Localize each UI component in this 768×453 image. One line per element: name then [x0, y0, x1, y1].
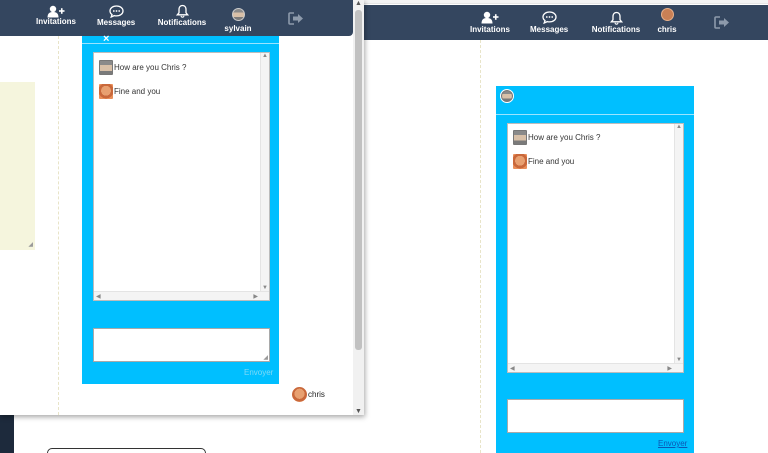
- nav-invitations-label: Invitations: [469, 25, 510, 34]
- resize-grip-icon[interactable]: ◢: [28, 241, 33, 248]
- vertical-scrollbar[interactable]: ▲ ▼: [260, 53, 269, 291]
- navbar: Invitations Messages Notifications chris: [348, 5, 768, 40]
- scroll-up-icon[interactable]: ▲: [262, 53, 268, 59]
- speech-bubble-icon: [97, 0, 135, 20]
- chat-message: How are you Chris ?: [513, 129, 600, 145]
- nav-invitations[interactable]: Invitations: [34, 0, 78, 36]
- sign-out-icon[interactable]: [288, 12, 304, 30]
- online-user-name: chris: [308, 390, 325, 399]
- chat-message: Fine and you: [99, 83, 160, 99]
- nav-invitations-label: Invitations: [35, 17, 76, 26]
- avatar: [513, 129, 527, 145]
- scrollbar-thumb[interactable]: [355, 10, 362, 350]
- avatar: [292, 387, 307, 402]
- sign-out-icon[interactable]: [714, 16, 730, 34]
- chat-header-divider: [82, 43, 279, 44]
- horizontal-scrollbar[interactable]: ◀ ▶: [94, 291, 269, 300]
- navbar: Invitations Messages Notifications sylva…: [0, 0, 353, 36]
- add-user-icon: [468, 5, 512, 25]
- scroll-left-icon[interactable]: ◀: [96, 293, 101, 300]
- avatar: [99, 59, 113, 75]
- side-panel[interactable]: ◢: [0, 82, 35, 250]
- background-card: [47, 448, 206, 453]
- chat-message: Fine and you: [513, 153, 574, 169]
- scroll-up-icon[interactable]: ▲: [676, 124, 682, 130]
- column-divider: [480, 40, 481, 453]
- scroll-down-icon[interactable]: ▼: [353, 408, 364, 415]
- avatar: [231, 8, 245, 21]
- chat-window: × How are you Chris ? Fine and you ▲ ▼ ◀: [82, 33, 279, 384]
- browser-window-sylvain: Invitations Messages Notifications sylva…: [0, 0, 364, 415]
- chat-header-avatar: [500, 89, 514, 103]
- horizontal-scrollbar[interactable]: ◀ ▶: [508, 363, 683, 372]
- nav-messages[interactable]: Messages: [97, 0, 135, 36]
- bell-icon: [591, 5, 641, 25]
- nav-notifications-label: Notifications: [157, 18, 207, 27]
- browser-window-chris: Invitations Messages Notifications chris: [348, 0, 768, 453]
- nav-notifications[interactable]: Notifications: [157, 0, 207, 36]
- desktop: Invitations Messages Notifications chris: [0, 0, 768, 453]
- chat-message-area[interactable]: How are you Chris ? Fine and you ▲ ▼ ◀ ▶: [507, 123, 684, 373]
- nav-messages-label: Messages: [97, 18, 136, 27]
- window-edge: [348, 0, 768, 4]
- send-button[interactable]: Envoyer: [244, 368, 273, 377]
- vertical-scrollbar[interactable]: ▲ ▼: [674, 124, 683, 363]
- online-user-chris[interactable]: chris: [292, 387, 325, 402]
- chat-input[interactable]: [507, 399, 684, 433]
- chat-input[interactable]: ◢: [93, 328, 270, 362]
- nav-user-label: sylvain: [224, 24, 252, 33]
- scroll-left-icon[interactable]: ◀: [510, 365, 515, 372]
- column-divider: [58, 36, 59, 415]
- nav-messages[interactable]: Messages: [530, 5, 568, 41]
- nav-user-label: chris: [657, 25, 677, 34]
- bell-icon: [157, 0, 207, 20]
- scroll-right-icon[interactable]: ▶: [667, 365, 672, 372]
- avatar: [660, 8, 674, 21]
- speech-bubble-icon: [530, 5, 568, 25]
- scroll-right-icon[interactable]: ▶: [253, 293, 258, 300]
- background-panel: [0, 415, 14, 453]
- chat-message-text: How are you Chris ?: [114, 62, 187, 72]
- nav-user[interactable]: chris: [653, 5, 681, 41]
- nav-notifications-label: Notifications: [591, 25, 641, 34]
- nav-user[interactable]: sylvain: [222, 0, 254, 36]
- nav-notifications[interactable]: Notifications: [591, 5, 641, 41]
- nav-messages-label: Messages: [530, 25, 569, 34]
- send-button[interactable]: Envoyer: [658, 439, 687, 448]
- nav-invitations[interactable]: Invitations: [468, 5, 512, 41]
- chat-message-text: Fine and you: [114, 86, 161, 96]
- chat-message-text: Fine and you: [528, 156, 575, 166]
- chat-header-divider: [496, 114, 694, 115]
- resize-grip-icon[interactable]: ◢: [263, 354, 268, 361]
- page-scrollbar[interactable]: ▲ ▼: [353, 0, 364, 415]
- avatar: [513, 153, 527, 169]
- chat-window: How are you Chris ? Fine and you ▲ ▼ ◀ ▶: [496, 86, 694, 453]
- chat-message-text: How are you Chris ?: [528, 132, 601, 142]
- avatar: [99, 83, 113, 99]
- scroll-up-icon[interactable]: ▲: [353, 0, 364, 7]
- chat-message-area[interactable]: How are you Chris ? Fine and you ▲ ▼ ◀ ▶: [93, 52, 270, 301]
- chat-message: How are you Chris ?: [99, 59, 186, 75]
